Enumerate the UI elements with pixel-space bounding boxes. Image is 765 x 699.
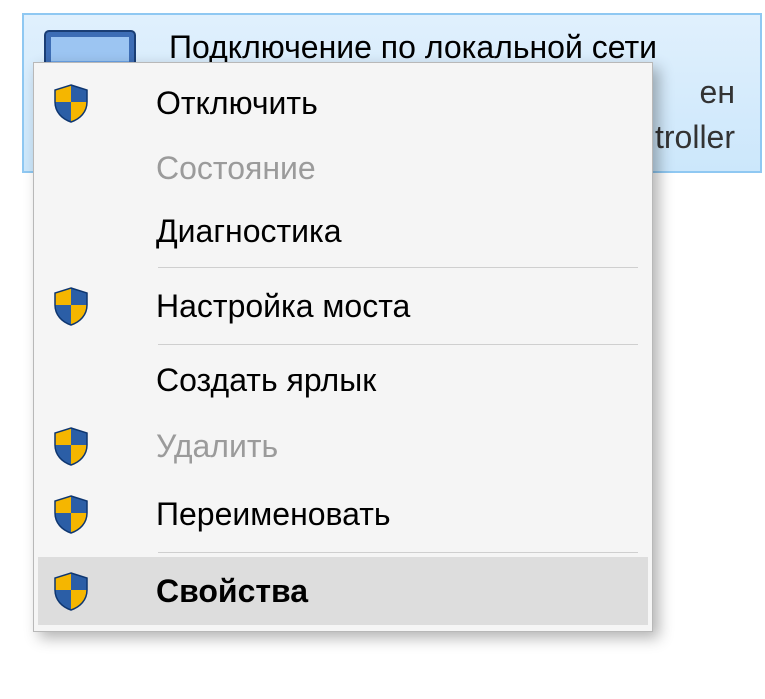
menu-item-bridge[interactable]: Настройка моста <box>38 272 648 340</box>
menu-item-status: Состояние <box>38 137 648 200</box>
menu-item-label: Удалить <box>106 428 638 465</box>
menu-item-label: Переименовать <box>106 496 638 533</box>
menu-item-diagnose[interactable]: Диагностика <box>38 200 648 263</box>
uac-shield-icon <box>46 570 106 612</box>
menu-separator <box>158 552 638 553</box>
uac-shield-icon <box>46 493 106 535</box>
menu-item-label: Настройка моста <box>106 288 638 325</box>
uac-shield-icon <box>46 285 106 327</box>
menu-separator <box>158 267 638 268</box>
menu-item-label: Отключить <box>106 85 638 122</box>
menu-item-shortcut[interactable]: Создать ярлык <box>38 349 648 412</box>
menu-item-delete: Удалить <box>38 412 648 480</box>
menu-item-rename[interactable]: Переименовать <box>38 480 648 548</box>
uac-shield-icon <box>46 82 106 124</box>
menu-item-properties[interactable]: Свойства <box>38 557 648 625</box>
menu-item-label: Свойства <box>106 573 638 610</box>
menu-item-label: Диагностика <box>106 213 638 250</box>
context-menu: Отключить Состояние Диагностика Настройк… <box>33 62 653 632</box>
menu-item-label: Состояние <box>106 150 638 187</box>
menu-separator <box>158 344 638 345</box>
menu-item-label: Создать ярлык <box>106 362 638 399</box>
uac-shield-icon <box>46 425 106 467</box>
menu-item-disable[interactable]: Отключить <box>38 69 648 137</box>
